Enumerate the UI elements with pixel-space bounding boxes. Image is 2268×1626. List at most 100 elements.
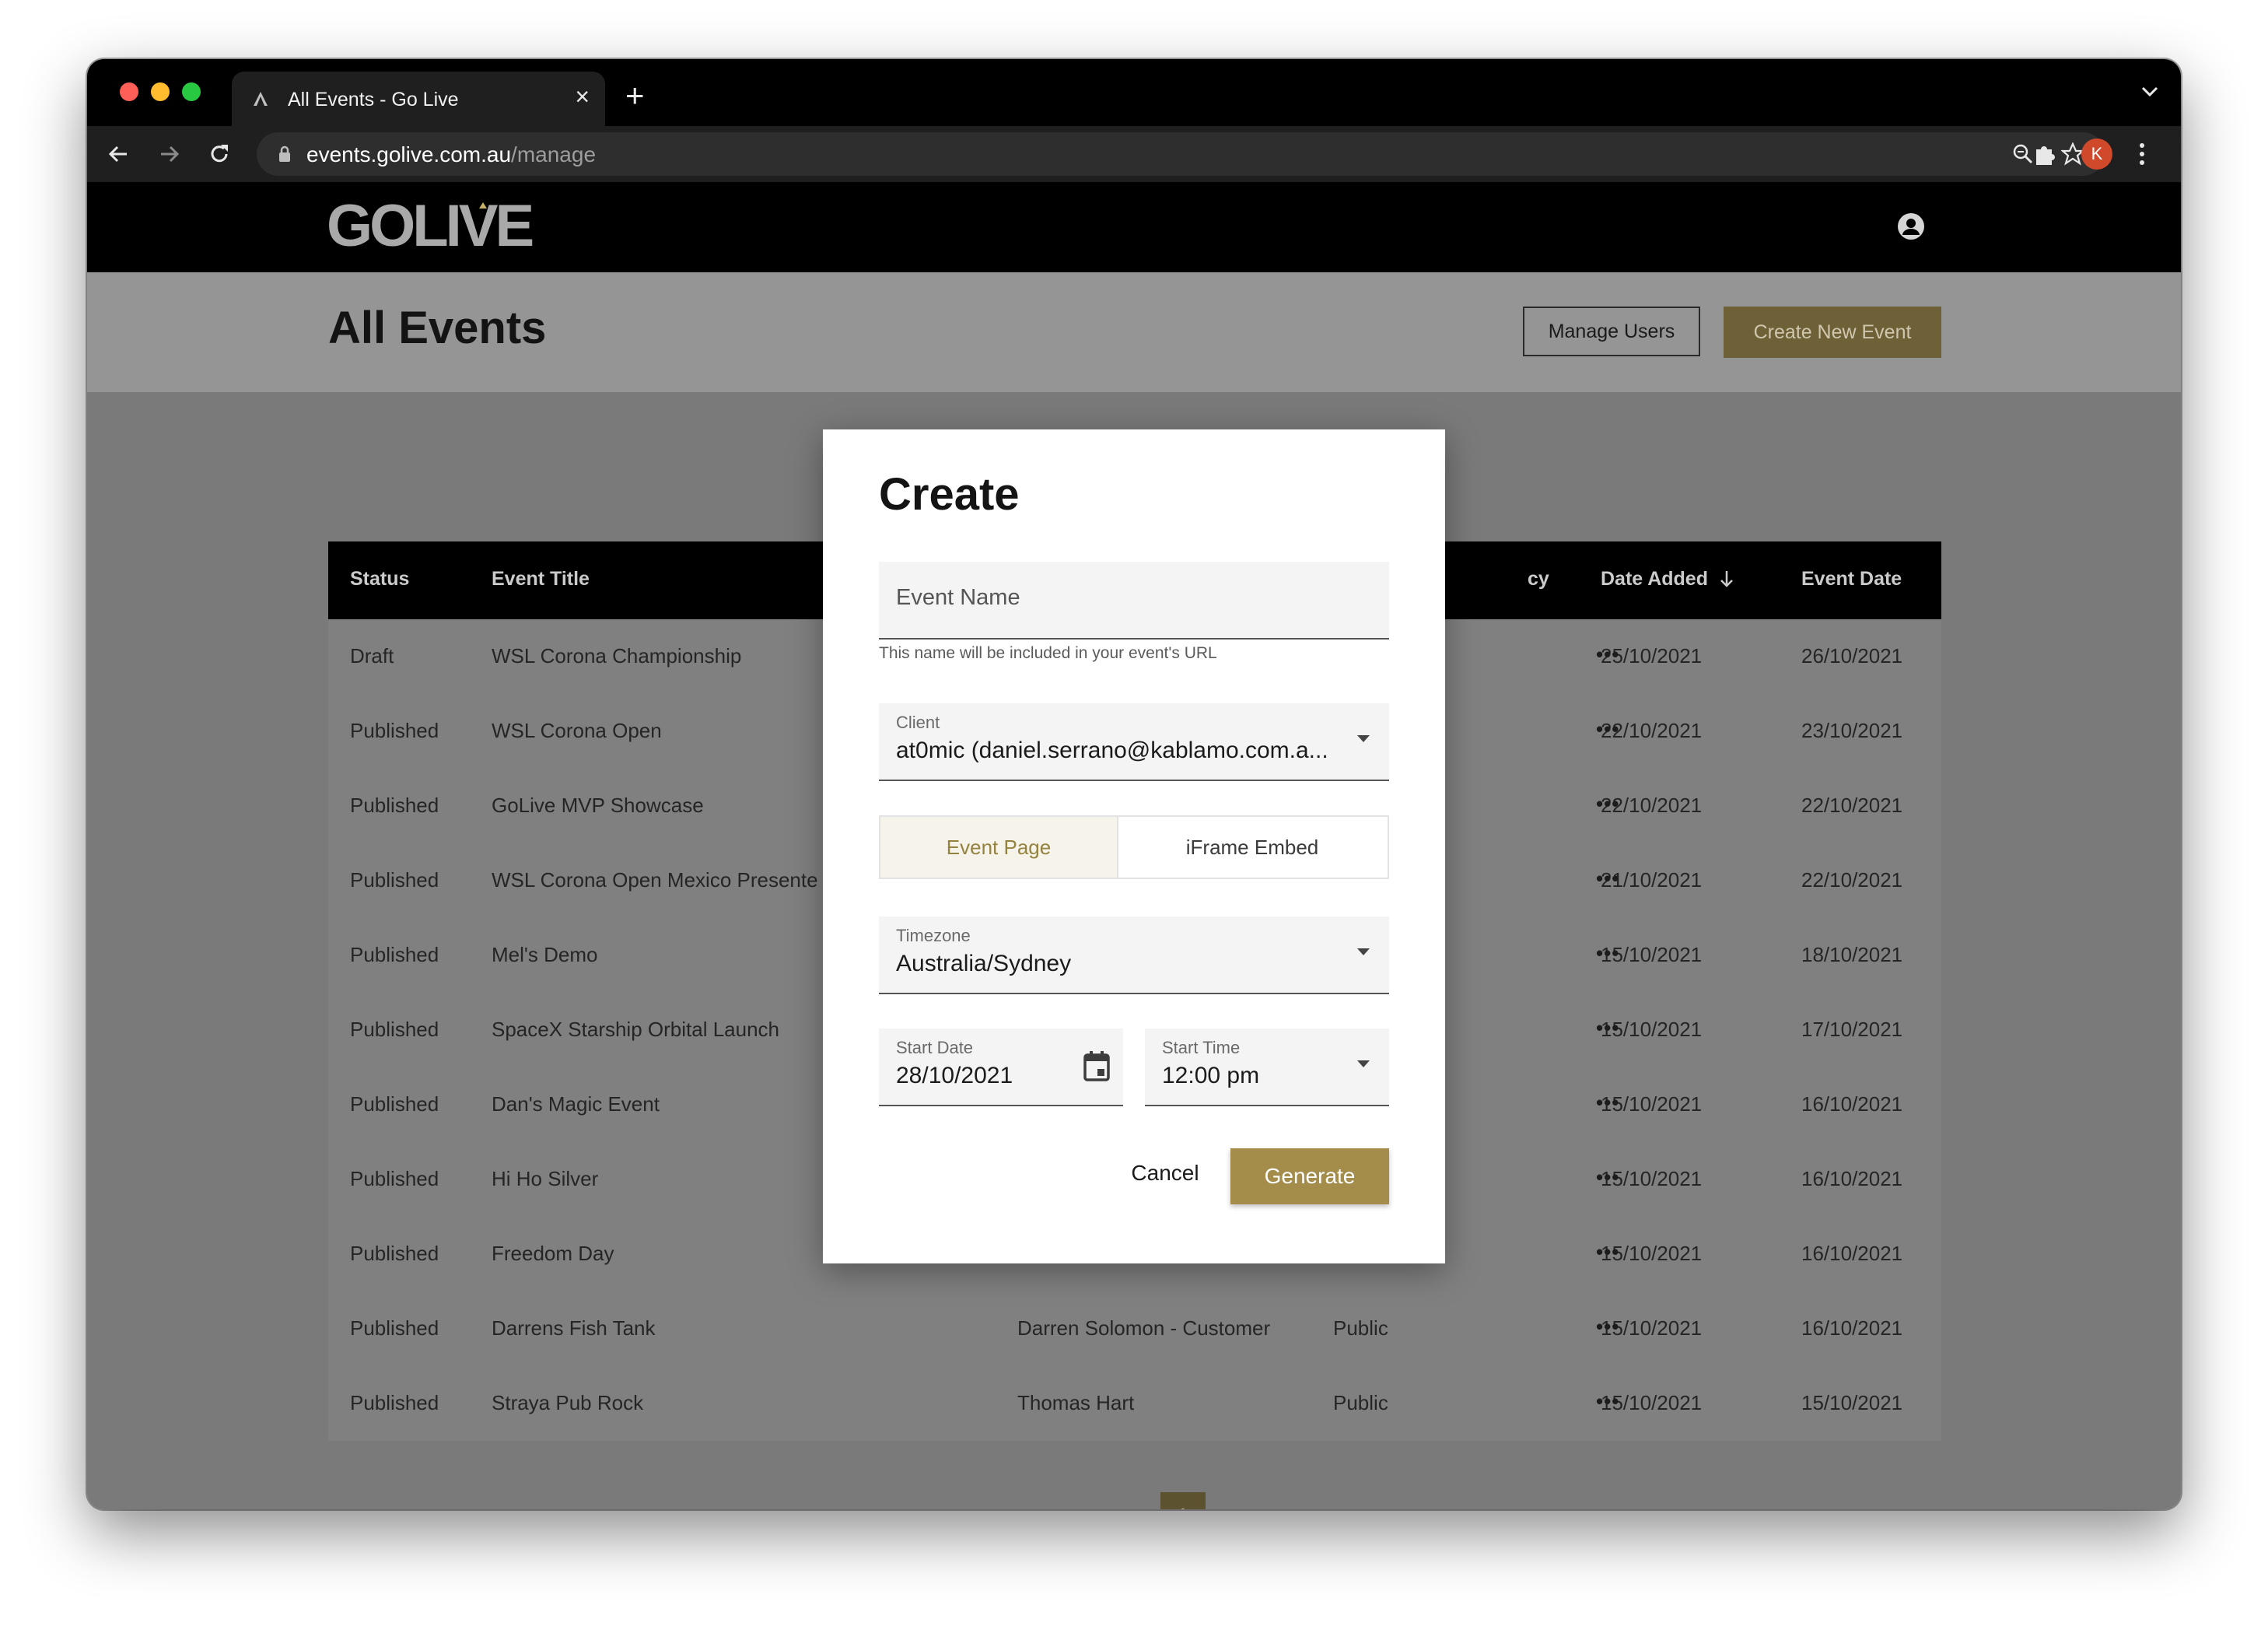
row-more-icon[interactable]: •••	[1596, 941, 1619, 965]
maximize-window-button[interactable]	[182, 82, 201, 101]
tab-title: All Events - Go Live	[288, 89, 459, 110]
browser-tab[interactable]: All Events - Go Live ×	[232, 72, 605, 126]
calendar-icon[interactable]	[1083, 1050, 1111, 1081]
cell-privacy: Public	[1333, 1316, 1388, 1340]
row-more-icon[interactable]: •••	[1596, 1091, 1619, 1115]
cell-event-date: 16/10/2021	[1801, 1242, 1903, 1265]
row-more-icon[interactable]: •••	[1596, 1165, 1619, 1190]
cell-event-date: 26/10/2021	[1801, 644, 1903, 668]
tab-event-page[interactable]: Event Page	[880, 817, 1118, 878]
start-time-value: 12:00 pm	[1162, 1063, 1260, 1088]
extensions-icon[interactable]	[2032, 140, 2058, 166]
cell-status: Published	[350, 1167, 439, 1190]
chevron-down-icon	[1357, 1060, 1370, 1067]
cell-event-date: 22/10/2021	[1801, 794, 1903, 817]
tab-iframe-embed[interactable]: iFrame Embed	[1117, 817, 1388, 878]
timezone-label: Timezone	[896, 926, 971, 945]
row-more-icon[interactable]: •••	[1596, 1315, 1619, 1339]
cancel-button[interactable]: Cancel	[1111, 1150, 1220, 1197]
forward-icon[interactable]	[157, 142, 182, 166]
address-bar[interactable]: events.golive.com.au/manage	[257, 132, 2105, 176]
row-more-icon[interactable]: •••	[1596, 792, 1619, 816]
column-status[interactable]: Status	[350, 568, 409, 590]
cell-status: Published	[350, 868, 439, 892]
row-more-icon[interactable]: •••	[1596, 643, 1619, 667]
timezone-select[interactable]: Timezone Australia/Sydney	[879, 916, 1389, 994]
column-date-added[interactable]: Date Added	[1601, 568, 1735, 590]
cell-event-title: Darrens Fish Tank	[492, 1316, 656, 1340]
app-header: GOLIVE	[87, 182, 2181, 272]
lock-icon	[279, 145, 290, 162]
event-name-field[interactable]: Event Name	[879, 562, 1389, 640]
new-tab-icon[interactable]: +	[625, 79, 645, 112]
tab-strip: All Events - Go Live × +	[87, 59, 2181, 126]
row-more-icon[interactable]: •••	[1596, 717, 1619, 741]
next-page-icon[interactable]: ›	[1226, 1502, 1234, 1509]
cell-event-title: WSL Corona Open	[492, 719, 662, 742]
chevron-down-icon[interactable]	[2140, 86, 2159, 98]
cell-status: Published	[350, 1391, 439, 1414]
table-row[interactable]: Published Darrens Fish Tank Darren Solomon…	[328, 1291, 1941, 1366]
start-date-field[interactable]: Start Date 28/10/2021	[879, 1029, 1123, 1106]
profile-avatar[interactable]: K	[2081, 138, 2112, 170]
create-event-dialog: Create Event Name This name will be incl…	[823, 429, 1445, 1263]
golive-logo[interactable]: GOLIVE	[327, 201, 552, 252]
table-row[interactable]: Published Straya Pub Rock Thomas Hart Publi…	[328, 1366, 1941, 1441]
client-select[interactable]: Client at0mic (daniel.serrano@kablamo.co…	[879, 703, 1389, 781]
back-icon[interactable]	[106, 142, 131, 166]
create-new-event-button[interactable]: Create New Event	[1724, 307, 1941, 358]
menu-icon[interactable]	[2137, 142, 2147, 166]
cell-event-date: 23/10/2021	[1801, 719, 1903, 742]
browser-toolbar: events.golive.com.au/manage K	[87, 126, 2181, 182]
dialog-title: Create	[879, 469, 1020, 520]
favicon-icon	[254, 92, 268, 106]
start-time-select[interactable]: Start Time 12:00 pm	[1145, 1029, 1389, 1106]
row-more-icon[interactable]: •••	[1596, 1389, 1619, 1414]
cell-status: Published	[350, 1092, 439, 1116]
cell-event-title: Freedom Day	[492, 1242, 614, 1265]
account-icon[interactable]	[1896, 212, 1926, 241]
close-window-button[interactable]	[120, 82, 138, 101]
browser-window: All Events - Go Live × + events.golive.c…	[87, 59, 2181, 1509]
cell-status: Published	[350, 1018, 439, 1041]
cell-event-date: 15/10/2021	[1801, 1391, 1903, 1414]
cell-event-title: WSL Corona Open Mexico Presente	[492, 868, 818, 892]
cell-event-title: Dan's Magic Event	[492, 1092, 660, 1116]
cell-status: Published	[350, 1242, 439, 1265]
prev-page-icon[interactable]: ‹	[1120, 1502, 1128, 1509]
cell-client: Thomas Hart	[1017, 1391, 1135, 1414]
cell-client: Darren Solomon - Customer	[1017, 1316, 1271, 1340]
event-name-placeholder: Event Name	[896, 585, 1020, 610]
close-tab-icon[interactable]: ×	[575, 84, 590, 109]
timezone-value: Australia/Sydney	[896, 951, 1072, 976]
cell-event-title: SpaceX Starship Orbital Launch	[492, 1018, 779, 1041]
minimize-window-button[interactable]	[151, 82, 170, 101]
cell-event-title: GoLive MVP Showcase	[492, 794, 704, 817]
row-more-icon[interactable]: •••	[1596, 1240, 1619, 1264]
cell-status: Published	[350, 1316, 439, 1340]
arrow-down-icon	[1720, 571, 1733, 587]
chevron-down-icon	[1357, 735, 1370, 742]
cell-event-date: 17/10/2021	[1801, 1018, 1903, 1041]
column-event-title[interactable]: Event Title	[492, 568, 590, 590]
cell-event-date: 22/10/2021	[1801, 868, 1903, 892]
cell-status: Published	[350, 719, 439, 742]
reload-icon[interactable]	[207, 142, 232, 166]
client-value: at0mic (daniel.serrano@kablamo.com.a...	[896, 738, 1328, 763]
cell-event-date: 16/10/2021	[1801, 1092, 1903, 1116]
start-date-label: Start Date	[896, 1038, 974, 1057]
pagination: ‹ 1 ›	[1067, 1492, 1378, 1509]
cell-status: Published	[350, 943, 439, 966]
column-privacy[interactable]: cy	[1528, 568, 1549, 590]
cell-event-title: Mel's Demo	[492, 943, 598, 966]
row-more-icon[interactable]: •••	[1596, 1016, 1619, 1040]
cell-event-date: 18/10/2021	[1801, 943, 1903, 966]
column-event-date[interactable]: Event Date	[1801, 568, 1902, 590]
generate-button[interactable]: Generate	[1230, 1148, 1389, 1204]
chevron-down-icon	[1357, 948, 1370, 955]
manage-users-button[interactable]: Manage Users	[1523, 307, 1700, 356]
row-more-icon[interactable]: •••	[1596, 867, 1619, 891]
url-text: events.golive.com.au/manage	[306, 142, 597, 166]
start-date-value: 28/10/2021	[896, 1063, 1013, 1088]
page-number-button[interactable]: 1	[1160, 1492, 1206, 1509]
